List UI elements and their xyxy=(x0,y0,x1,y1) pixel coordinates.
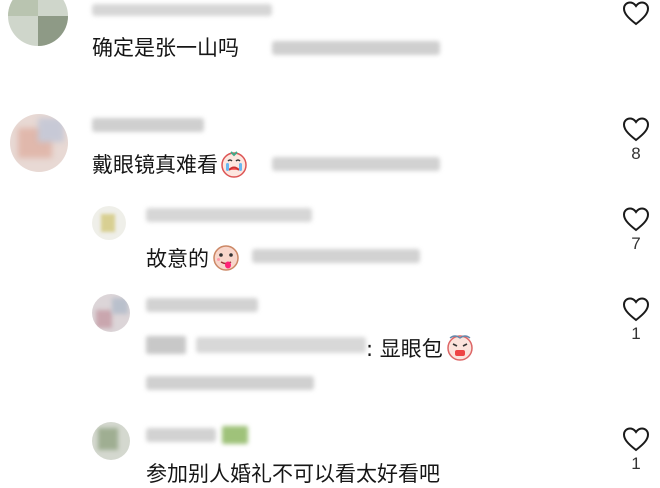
quoted-username-blurred xyxy=(196,337,366,353)
heart-outline-icon xyxy=(622,427,650,452)
comment-item: 戴眼镜真难看 8 xyxy=(0,108,660,198)
avatar[interactable] xyxy=(10,114,68,172)
comment-text-content: 故意的 xyxy=(146,247,209,271)
like-count: 8 xyxy=(631,144,641,163)
comment-text: : 显眼包 xyxy=(366,332,475,369)
username-blurred xyxy=(92,4,272,16)
quoted-username-blurred xyxy=(146,336,186,354)
comment-meta-blurred xyxy=(272,41,440,55)
username-blurred xyxy=(146,428,216,442)
username-blurred xyxy=(146,208,312,222)
like-button[interactable]: 7 xyxy=(616,206,656,254)
comment-text: 戴眼镜真难看 xyxy=(92,150,248,185)
comment-meta-blurred xyxy=(272,157,440,171)
reply-item: : 显眼包 1 xyxy=(0,288,660,418)
avatar[interactable] xyxy=(92,206,126,240)
comment-item: 参加别人婚礼不可以看太好看吧 1 xyxy=(0,418,660,486)
comment-text-content: : 显眼包 xyxy=(366,337,443,361)
like-button[interactable] xyxy=(616,0,656,26)
tongue-face-emoji-icon xyxy=(211,242,241,279)
comment-text-content: 戴眼镜真难看 xyxy=(92,153,218,177)
like-count: 7 xyxy=(631,234,641,253)
user-badge-blurred xyxy=(222,426,248,444)
heart-outline-icon xyxy=(622,117,650,142)
like-count: 1 xyxy=(631,324,641,343)
comment-text: 故意的 xyxy=(146,242,241,279)
like-button[interactable]: 8 xyxy=(616,116,656,164)
avatar[interactable] xyxy=(92,422,130,460)
like-button[interactable]: 1 xyxy=(616,426,656,474)
heart-outline-icon xyxy=(622,297,650,322)
avatar[interactable] xyxy=(8,0,68,46)
comment-meta-blurred xyxy=(146,376,314,390)
comment-meta-blurred xyxy=(252,249,420,263)
username-blurred xyxy=(92,118,204,132)
comment-item: 确定是张一山吗 xyxy=(0,0,660,100)
avatar[interactable] xyxy=(92,294,130,332)
heart-outline-icon xyxy=(622,207,650,232)
comment-text: 确定是张一山吗 xyxy=(92,36,239,60)
reply-item: 故意的 7 xyxy=(0,198,660,288)
scared-face-emoji-icon xyxy=(445,332,475,369)
comment-text: 参加别人婚礼不可以看太好看吧 xyxy=(146,462,440,486)
like-count: 1 xyxy=(631,454,641,473)
heart-outline-icon xyxy=(622,1,650,26)
username-blurred xyxy=(146,298,258,312)
crying-face-emoji-icon xyxy=(220,150,248,185)
like-button[interactable]: 1 xyxy=(616,296,656,344)
